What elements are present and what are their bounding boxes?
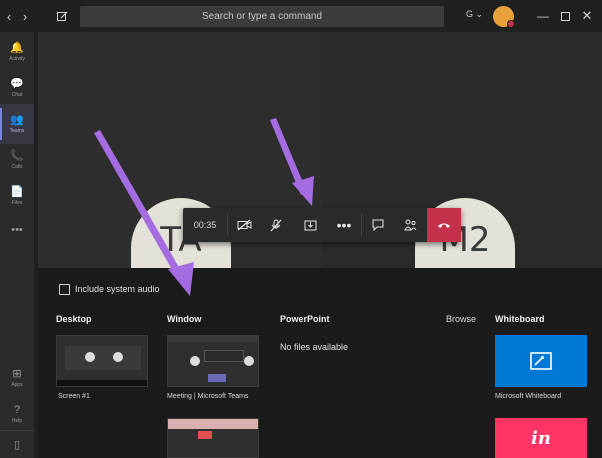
browse-link[interactable]: Browse — [446, 314, 476, 324]
whiteboard-icon — [530, 352, 552, 370]
participants-icon[interactable] — [395, 208, 425, 242]
title-bar: ‹ › Search or type a command G ⌄ — ✕ — [0, 0, 602, 32]
rail-item-teams[interactable]: 👥 Teams — [0, 104, 34, 144]
rail-item-chat[interactable]: 💬 Chat — [0, 68, 34, 108]
more-options-icon[interactable]: ••• — [329, 208, 359, 242]
window-item-label: Meeting | Microsoft Teams — [167, 393, 249, 400]
file-icon: 📄 — [10, 186, 24, 198]
section-window: Window — [167, 314, 202, 324]
maximize-icon[interactable] — [556, 0, 574, 32]
account-switcher[interactable]: G ⌄ — [466, 9, 483, 20]
back-icon[interactable]: ‹ — [2, 0, 16, 32]
rail-label: Help — [11, 418, 23, 424]
camera-off-icon[interactable] — [229, 208, 259, 242]
rail-label: Activity — [9, 56, 25, 62]
include-audio-label: Include system audio — [75, 284, 160, 294]
rail-item-apps[interactable]: ⊞ Apps — [0, 358, 34, 398]
close-icon[interactable]: ✕ — [578, 0, 596, 32]
call-timer: 00:35 — [193, 220, 217, 230]
mic-off-icon[interactable] — [261, 208, 291, 242]
divider — [227, 214, 228, 236]
invision-logo: in — [531, 427, 551, 449]
more-icon: ••• — [11, 224, 23, 236]
rail-label: Files — [11, 200, 23, 206]
divider — [361, 214, 362, 236]
invision-tile[interactable]: in — [495, 418, 587, 458]
hang-up-button[interactable] — [427, 208, 461, 242]
apps-icon: ⊞ — [12, 368, 22, 380]
compose-icon[interactable] — [54, 0, 70, 32]
call-controls: 00:35 ••• — [183, 208, 461, 242]
left-rail: 🔔 Activity 💬 Chat 👥 Teams 📞 Calls 📄 File… — [0, 32, 34, 458]
presence-badge — [507, 20, 515, 28]
section-desktop: Desktop — [56, 314, 92, 324]
rail-label: Chat — [11, 92, 23, 98]
share-tray-icon[interactable] — [295, 208, 325, 242]
window-thumbnail[interactable] — [167, 335, 259, 387]
powerpoint-empty-text: No files available — [280, 342, 349, 352]
desktop-item-label: Screen #1 — [58, 393, 90, 400]
teams-icon: 👥 — [10, 114, 24, 126]
bell-icon: 🔔 — [10, 42, 24, 54]
whiteboard-item-label: Microsoft Whiteboard — [495, 393, 562, 400]
rail-item-activity[interactable]: 🔔 Activity — [0, 32, 34, 72]
desktop-thumbnail[interactable] — [56, 335, 148, 387]
minimize-icon[interactable]: — — [534, 0, 552, 32]
rail-item-help[interactable]: ? Help — [0, 394, 34, 434]
rail-item-calls[interactable]: 📞 Calls — [0, 140, 34, 180]
chat-icon: 💬 — [10, 78, 24, 90]
help-icon: ? — [13, 404, 21, 416]
whiteboard-tile[interactable] — [495, 335, 587, 387]
rail-label: Apps — [11, 382, 23, 388]
mobile-icon: ▯ — [13, 438, 21, 451]
rail-item-device[interactable]: ▯ — [0, 430, 34, 458]
rail-label: Teams — [9, 128, 25, 134]
chat-icon[interactable] — [363, 208, 393, 242]
rail-label: Calls — [11, 164, 23, 170]
section-whiteboard: Whiteboard — [495, 314, 545, 324]
forward-icon[interactable]: › — [18, 0, 32, 32]
include-audio-checkbox[interactable] — [59, 284, 70, 295]
search-input[interactable]: Search or type a command — [80, 6, 444, 27]
section-powerpoint: PowerPoint — [280, 314, 330, 324]
phone-icon: 📞 — [10, 150, 24, 162]
avatar[interactable] — [493, 6, 515, 28]
window-thumbnail[interactable] — [167, 418, 259, 458]
rail-item-more[interactable]: ••• — [0, 210, 34, 250]
